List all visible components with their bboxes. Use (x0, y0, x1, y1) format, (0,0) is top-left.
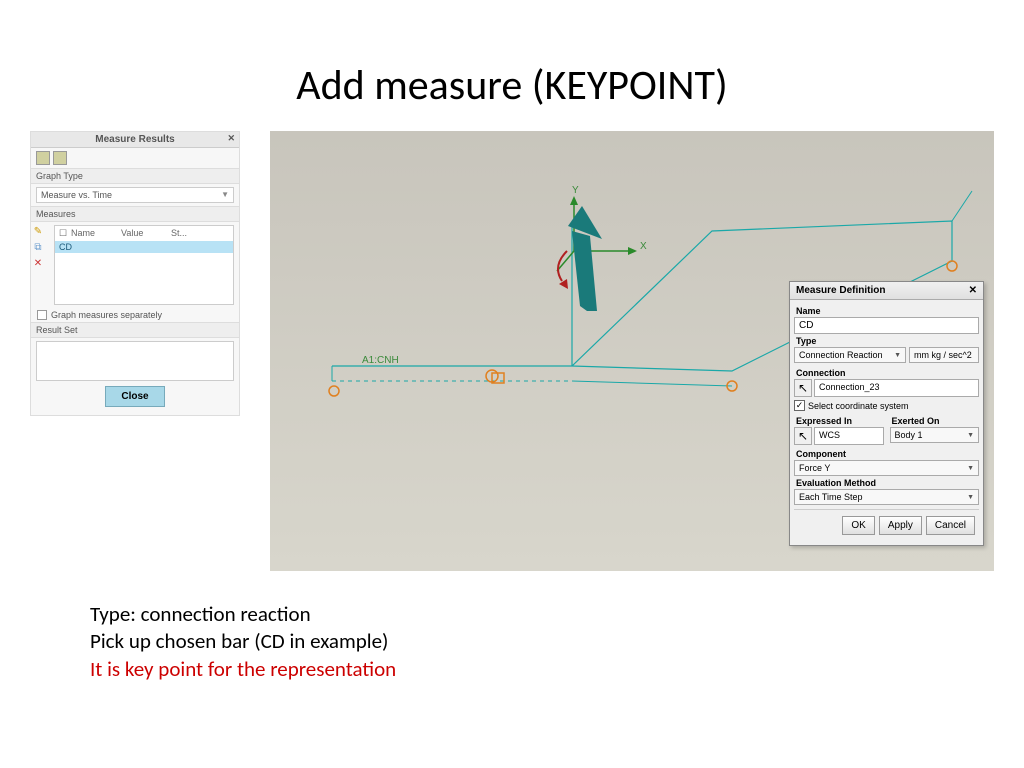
measures-label: Measures (31, 206, 239, 222)
connection-label: Connection (794, 366, 979, 379)
panel-title: Measure Results (95, 134, 174, 145)
graph-separately-label: Graph measures separately (51, 310, 162, 320)
chevron-down-icon: ▼ (967, 432, 974, 439)
graph-type-label: Graph Type (31, 168, 239, 184)
note-line-1: Type: connection reaction (90, 601, 1024, 628)
close-button[interactable]: Close (105, 386, 165, 407)
tool-icon-1[interactable] (36, 151, 50, 165)
connection-field[interactable]: Connection_23 (814, 379, 979, 397)
type-value: Connection Reaction (799, 350, 883, 360)
notes-block: Type: connection reaction Pick up chosen… (90, 601, 1024, 683)
apply-button[interactable]: Apply (879, 516, 922, 535)
col-name: Name (71, 228, 121, 239)
axis-x-label: X (640, 241, 647, 252)
graph-separately-row[interactable]: Graph measures separately (31, 308, 239, 322)
note-line-2: Pick up chosen bar (CD in example) (90, 628, 1024, 655)
delete-icon[interactable]: ✕ (31, 257, 45, 271)
checkbox-header: ☐ (59, 228, 71, 239)
unit-value: mm kg / sec^2 (914, 350, 972, 360)
type-label: Type (794, 334, 979, 347)
dialog-title-bar[interactable]: Measure Definition ✕ (790, 282, 983, 300)
col-status: St... (171, 228, 187, 239)
edit-icon[interactable]: ✎ (31, 225, 45, 239)
checkbox-icon[interactable] (37, 310, 47, 320)
select-cs-row[interactable]: ✓ Select coordinate system (794, 399, 979, 414)
graph-type-value: Measure vs. Time (41, 190, 112, 200)
component-value: Force Y (799, 463, 830, 473)
page-title: Add measure (KEYPOINT) (0, 0, 1024, 131)
panel-title-bar: Measure Results ✕ (31, 132, 239, 148)
chevron-down-icon: ▼ (894, 352, 901, 359)
chevron-down-icon: ▼ (221, 190, 229, 200)
component-label: Component (794, 447, 979, 460)
type-combo[interactable]: Connection Reaction ▼ (794, 347, 906, 363)
table-row[interactable]: CD (55, 241, 233, 253)
exerted-on-label: Exerted On (890, 414, 980, 427)
result-set-label: Result Set (31, 322, 239, 338)
3d-viewport[interactable]: Y X A1:CNH Measure De (270, 131, 994, 571)
copy-icon[interactable]: ⧉ (31, 241, 45, 255)
pick-icon[interactable]: ↖ (794, 427, 812, 445)
result-set-box[interactable] (36, 341, 234, 381)
panel-toolbar (31, 148, 239, 168)
chevron-down-icon: ▼ (967, 494, 974, 501)
expressed-in-field[interactable]: WCS (814, 427, 884, 445)
eval-method-label: Evaluation Method (794, 476, 979, 489)
pick-icon[interactable]: ↖ (794, 379, 812, 397)
close-icon[interactable]: ✕ (969, 285, 977, 296)
expressed-in-label: Expressed In (794, 414, 884, 427)
exerted-on-combo[interactable]: Body 1 ▼ (890, 427, 980, 443)
note-line-3: It is key point for the representation (90, 656, 1024, 683)
checkbox-icon[interactable]: ✓ (794, 400, 805, 411)
cancel-button[interactable]: Cancel (926, 516, 975, 535)
dialog-title: Measure Definition (796, 285, 885, 296)
name-label: Name (794, 304, 979, 317)
annotation-label: A1:CNH (362, 355, 399, 366)
unit-combo[interactable]: mm kg / sec^2 (909, 347, 979, 363)
measure-definition-dialog: Measure Definition ✕ Name Type Connectio… (789, 281, 984, 546)
component-combo[interactable]: Force Y ▼ (794, 460, 979, 476)
eval-method-value: Each Time Step (799, 492, 863, 502)
measure-results-panel: Measure Results ✕ Graph Type Measure vs.… (30, 131, 240, 416)
name-input[interactable] (794, 317, 979, 334)
eval-method-combo[interactable]: Each Time Step ▼ (794, 489, 979, 505)
axis-y-label: Y (572, 185, 579, 196)
col-value: Value (121, 228, 171, 239)
select-cs-label: Select coordinate system (808, 401, 909, 411)
measures-table[interactable]: ☐ Name Value St... CD (54, 225, 234, 305)
close-icon[interactable]: ✕ (227, 133, 235, 144)
tool-icon-2[interactable] (53, 151, 67, 165)
ok-button[interactable]: OK (842, 516, 874, 535)
chevron-down-icon: ▼ (967, 465, 974, 472)
exerted-on-value: Body 1 (895, 430, 923, 440)
graph-type-combo[interactable]: Measure vs. Time ▼ (36, 187, 234, 203)
